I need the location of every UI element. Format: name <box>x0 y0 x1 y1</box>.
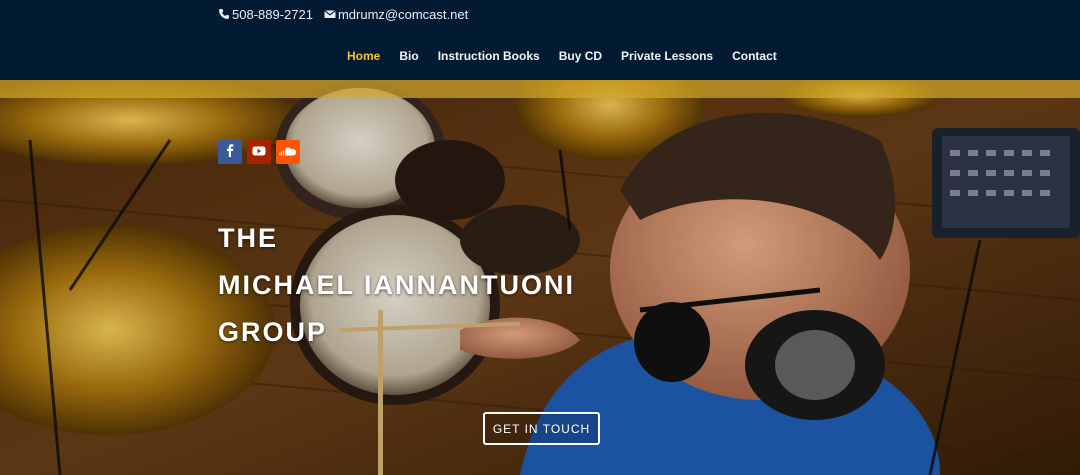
get-in-touch-button[interactable]: GET IN TOUCH <box>483 412 600 445</box>
nav-private-lessons[interactable]: Private Lessons <box>621 49 713 63</box>
hero-title-line-2: MICHAEL IANNANTUONI <box>218 270 575 300</box>
hero-section: THE MICHAEL IANNANTUONI GROUP GET IN TOU… <box>0 80 1080 475</box>
nav-bio[interactable]: Bio <box>399 49 418 63</box>
envelope-icon <box>324 8 336 20</box>
phone-number: 508-889-2721 <box>232 6 313 22</box>
contact-bar: 508-889-2721 mdrumz@comcast.net <box>218 6 479 22</box>
social-links <box>218 140 300 164</box>
email-address: mdrumz@comcast.net <box>337 6 469 22</box>
facebook-link[interactable] <box>218 140 242 164</box>
main-nav: Home Bio Instruction Books Buy CD Privat… <box>347 49 796 63</box>
soundcloud-link[interactable] <box>276 140 300 164</box>
facebook-icon <box>224 143 236 162</box>
site-header: 508-889-2721 mdrumz@comcast.net Home Bio… <box>0 0 1080 80</box>
phone-link[interactable]: 508-889-2721 <box>218 7 313 22</box>
youtube-link[interactable] <box>247 140 271 164</box>
hero-title: THE MICHAEL IANNANTUONI GROUP <box>218 215 575 356</box>
nav-home[interactable]: Home <box>347 49 380 63</box>
phone-icon <box>218 8 230 20</box>
email-link[interactable]: mdrumz@comcast.net <box>324 7 468 22</box>
nav-contact[interactable]: Contact <box>732 49 777 63</box>
nav-instruction-books[interactable]: Instruction Books <box>438 49 540 63</box>
hero-title-line-1: THE <box>218 223 278 253</box>
soundcloud-icon <box>279 143 297 161</box>
youtube-icon <box>252 143 266 161</box>
nav-buy-cd[interactable]: Buy CD <box>559 49 602 63</box>
hero-title-line-3: GROUP <box>218 317 328 347</box>
